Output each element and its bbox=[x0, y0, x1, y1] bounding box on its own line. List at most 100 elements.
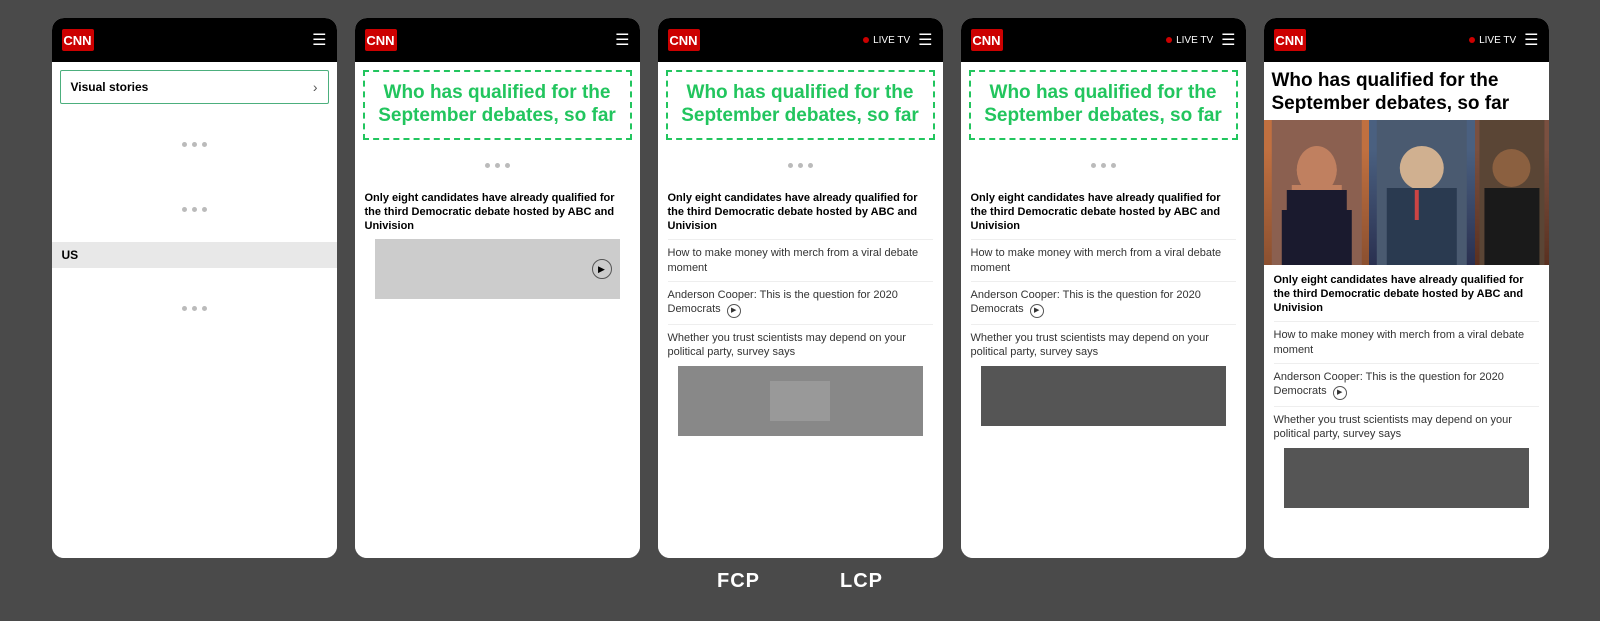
phone-body-5: Who has qualified for the September deba… bbox=[1264, 62, 1549, 558]
phone-fcp: CNN ☰ Visual stories › US bbox=[52, 18, 337, 558]
dot-9 bbox=[202, 306, 207, 311]
lcp-label: LCP bbox=[840, 570, 883, 593]
visual-stories-label: Visual stories bbox=[71, 80, 149, 94]
phone-4: CNN LIVE TV ☰ Who has qualified for the … bbox=[961, 18, 1246, 558]
phone-body-4: Who has qualified for the September deba… bbox=[961, 62, 1246, 558]
dot-6 bbox=[202, 207, 207, 212]
live-tv-badge-4: LIVE TV bbox=[1166, 35, 1213, 46]
phone-2: CNN ☰ Who has qualified for the Septembe… bbox=[355, 18, 640, 558]
header-right-3: LIVE TV ☰ bbox=[863, 30, 932, 50]
dot-1 bbox=[182, 142, 187, 147]
cnn-logo-4: CNN bbox=[971, 29, 1003, 51]
video-dark-5 bbox=[1284, 448, 1529, 508]
play-icon-2[interactable]: ▶ bbox=[592, 259, 612, 279]
cnn-header-2: CNN ☰ bbox=[355, 18, 640, 62]
cnn-logo-5: CNN bbox=[1274, 29, 1306, 51]
hero-person-2-svg bbox=[1369, 120, 1475, 265]
article-main-2: Only eight candidates have already quali… bbox=[365, 191, 630, 234]
article-main-4: Only eight candidates have already quali… bbox=[971, 191, 1236, 234]
hero-person-3-svg bbox=[1475, 120, 1549, 265]
hamburger-icon-5[interactable]: ☰ bbox=[1524, 30, 1538, 50]
dot-15 bbox=[808, 163, 813, 168]
dot-7 bbox=[182, 306, 187, 311]
headline-box-3: Who has qualified for the September deba… bbox=[666, 70, 935, 140]
header-right-2: ☰ bbox=[615, 30, 629, 50]
hamburger-icon-1[interactable]: ☰ bbox=[312, 30, 326, 50]
dot-8 bbox=[192, 306, 197, 311]
article-sub-3-3: Whether you trust scientists may depend … bbox=[668, 324, 933, 360]
headline-text-2: Who has qualified for the September deba… bbox=[375, 82, 620, 128]
play-icon-small-3[interactable]: ▶ bbox=[727, 304, 741, 318]
phone-body-2: Who has qualified for the September deba… bbox=[355, 62, 640, 558]
fcp-label: FCP bbox=[717, 570, 760, 593]
phone-body-1: Visual stories › US bbox=[52, 62, 337, 558]
phone-lcp: CNN LIVE TV ☰ Who has qualified for the … bbox=[1264, 18, 1549, 558]
live-dot-4 bbox=[1166, 37, 1172, 43]
hero-image-5 bbox=[1264, 120, 1549, 265]
article-sub-4-1: How to make money with merch from a vira… bbox=[971, 239, 1236, 275]
article-sub-5-2: Anderson Cooper: This is the question fo… bbox=[1274, 363, 1539, 400]
dot-16 bbox=[1091, 163, 1096, 168]
phones-container: CNN ☰ Visual stories › US bbox=[0, 0, 1600, 558]
hamburger-icon-4[interactable]: ☰ bbox=[1221, 30, 1235, 50]
article-list-5: Only eight candidates have already quali… bbox=[1264, 265, 1549, 558]
hamburger-icon-3[interactable]: ☰ bbox=[918, 30, 932, 50]
play-icon-small-5[interactable]: ▶ bbox=[1333, 386, 1347, 400]
video-dark-4 bbox=[981, 366, 1226, 426]
article-sub-4-2: Anderson Cooper: This is the question fo… bbox=[971, 281, 1236, 318]
dot-4 bbox=[182, 207, 187, 212]
cnn-header-5: CNN LIVE TV ☰ bbox=[1264, 18, 1549, 62]
hero-person-1-svg bbox=[1264, 120, 1370, 265]
live-tv-label-5: LIVE TV bbox=[1479, 35, 1516, 46]
dot-5 bbox=[192, 207, 197, 212]
video-area-2: ▶ bbox=[375, 239, 620, 299]
article-main-3: Only eight candidates have already quali… bbox=[668, 191, 933, 234]
dot-18 bbox=[1111, 163, 1116, 168]
cnn-logo-3: CNN bbox=[668, 29, 700, 51]
dot-14 bbox=[798, 163, 803, 168]
live-dot-3 bbox=[863, 37, 869, 43]
loading-dots-5 bbox=[658, 148, 943, 183]
cnn-header-1: CNN ☰ bbox=[52, 18, 337, 62]
dot-10 bbox=[485, 163, 490, 168]
hero-person-2 bbox=[1369, 120, 1475, 265]
live-tv-badge-5: LIVE TV bbox=[1469, 35, 1516, 46]
headline-text-4: Who has qualified for the September deba… bbox=[981, 82, 1226, 128]
loading-dots-3 bbox=[52, 276, 337, 341]
us-section: US bbox=[52, 242, 337, 268]
header-right-4: LIVE TV ☰ bbox=[1166, 30, 1235, 50]
performance-labels: FCP LCP bbox=[717, 558, 883, 593]
article-sub-3-1: How to make money with merch from a vira… bbox=[668, 239, 933, 275]
phone-body-3: Who has qualified for the September deba… bbox=[658, 62, 943, 558]
dot-2 bbox=[192, 142, 197, 147]
dot-12 bbox=[505, 163, 510, 168]
live-tv-badge-3: LIVE TV bbox=[863, 35, 910, 46]
header-right-1: ☰ bbox=[312, 30, 326, 50]
headline-box-2: Who has qualified for the September deba… bbox=[363, 70, 632, 140]
loading-dots-2 bbox=[52, 177, 337, 242]
dot-13 bbox=[788, 163, 793, 168]
play-icon-small-4[interactable]: ▶ bbox=[1030, 304, 1044, 318]
hero-person-1 bbox=[1264, 120, 1370, 265]
article-sub-5-1: How to make money with merch from a vira… bbox=[1274, 321, 1539, 357]
article-sub-4-3: Whether you trust scientists may depend … bbox=[971, 324, 1236, 360]
header-right-5: LIVE TV ☰ bbox=[1469, 30, 1538, 50]
visual-stories-bar[interactable]: Visual stories › bbox=[60, 70, 329, 104]
hamburger-icon-2[interactable]: ☰ bbox=[615, 30, 629, 50]
dot-3 bbox=[202, 142, 207, 147]
cnn-header-3: CNN LIVE TV ☰ bbox=[658, 18, 943, 62]
live-dot-5 bbox=[1469, 37, 1475, 43]
article-list-3: Only eight candidates have already quali… bbox=[658, 183, 943, 558]
article-list-4: Only eight candidates have already quali… bbox=[961, 183, 1246, 558]
headline-text-5: Who has qualified for the September deba… bbox=[1264, 62, 1549, 120]
dot-17 bbox=[1101, 163, 1106, 168]
cnn-logo-2: CNN bbox=[365, 29, 397, 51]
article-sub-3-2: Anderson Cooper: This is the question fo… bbox=[668, 281, 933, 318]
headline-text-3: Who has qualified for the September deba… bbox=[678, 82, 923, 128]
article-sub-5-3: Whether you trust scientists may depend … bbox=[1274, 406, 1539, 442]
hero-person-3 bbox=[1475, 120, 1549, 265]
gray-box-3 bbox=[770, 381, 830, 421]
live-tv-label-3: LIVE TV bbox=[873, 35, 910, 46]
cnn-header-4: CNN LIVE TV ☰ bbox=[961, 18, 1246, 62]
article-main-5: Only eight candidates have already quali… bbox=[1274, 273, 1539, 316]
